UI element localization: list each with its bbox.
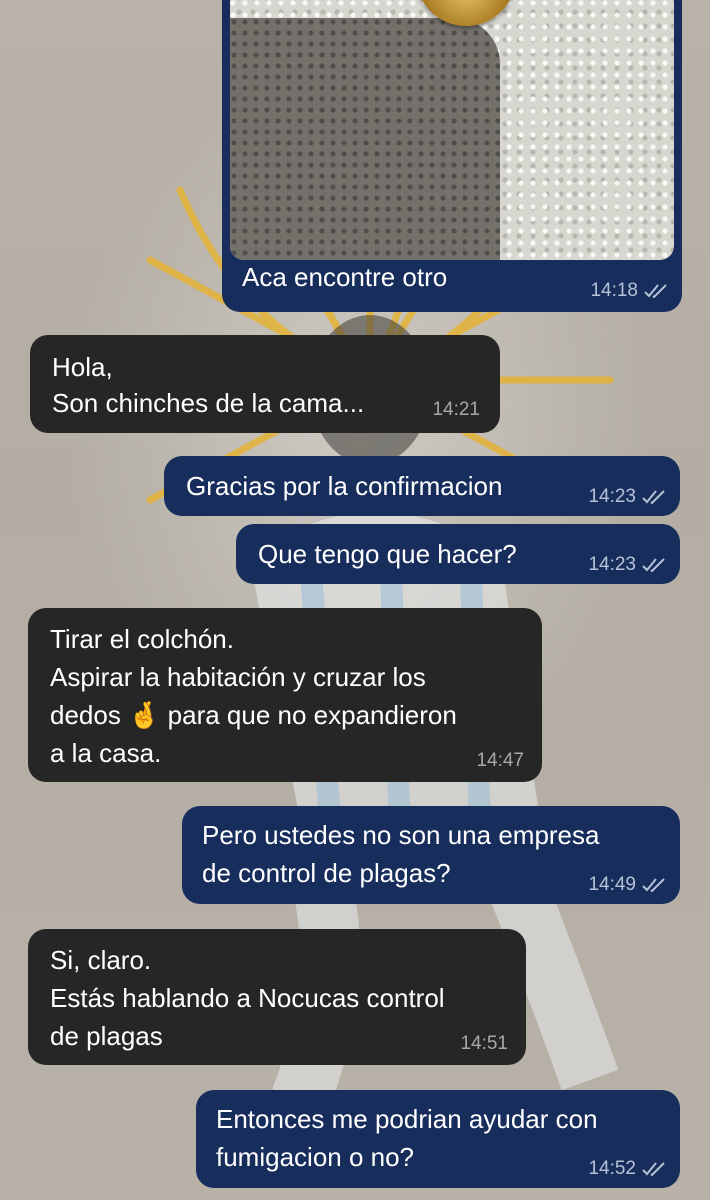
incoming-message[interactable]: Hola, Son chinches de la cama... 14:21 (30, 335, 500, 433)
image-caption: Aca encontre otro (242, 262, 448, 292)
double-check-icon (642, 878, 665, 893)
message-time: 14:52 (588, 1158, 636, 1179)
double-check-icon (642, 558, 665, 573)
message-meta: 14:18 (590, 280, 668, 302)
incoming-message[interactable]: Tirar el colchón. Aspirar la habitación … (28, 608, 542, 782)
message-meta: 14:49 (588, 874, 666, 896)
outgoing-message[interactable]: Entonces me podrian ayudar con fumigacio… (196, 1090, 680, 1188)
message-text: Tirar el colchón. Aspirar la habitación … (50, 624, 457, 768)
message-text: Gracias por la confirmacion (186, 471, 503, 501)
message-time: 14:18 (590, 280, 638, 301)
message-text: Hola, Son chinches de la cama... (52, 352, 365, 418)
message-time: 14:23 (588, 554, 636, 575)
outgoing-message[interactable]: Que tengo que hacer? 14:23 (236, 524, 680, 584)
message-text: Si, claro. Estás hablando a Nocucas cont… (50, 945, 445, 1051)
image-message-bubble[interactable]: Aca encontre otro 14:18 (222, 0, 682, 312)
message-meta: 14:23 (588, 554, 666, 576)
message-time: 14:47 (476, 750, 524, 771)
message-time: 14:49 (588, 874, 636, 895)
incoming-message[interactable]: Si, claro. Estás hablando a Nocucas cont… (28, 929, 526, 1065)
outgoing-message[interactable]: Pero ustedes no son una empresa de contr… (182, 806, 680, 904)
double-check-icon (642, 490, 665, 505)
photo-attachment[interactable] (230, 0, 674, 260)
outgoing-message[interactable]: Gracias por la confirmacion 14:23 (164, 456, 680, 516)
message-meta: 14:52 (588, 1158, 666, 1180)
chat-thread: Aca encontre otro 14:18 Hola, Son chinch… (0, 0, 710, 1200)
message-meta: 14:23 (588, 486, 666, 508)
message-time: 14:21 (432, 399, 480, 420)
message-time: 14:23 (588, 486, 636, 507)
double-check-icon (642, 1162, 665, 1177)
message-time: 14:51 (460, 1033, 508, 1054)
double-check-icon (644, 284, 667, 299)
